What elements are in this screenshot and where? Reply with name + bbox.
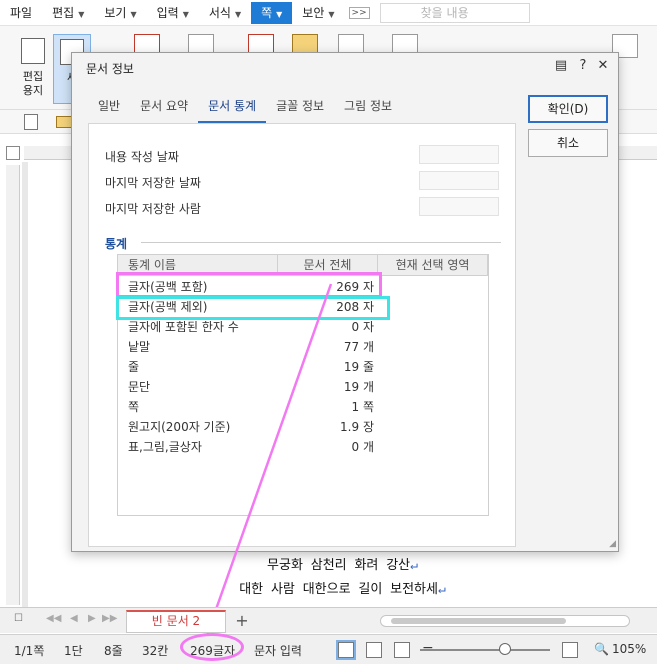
status-zoom[interactable]: 105% <box>612 642 646 656</box>
arrow-line <box>206 283 333 633</box>
magnifier-icon[interactable]: 🔍 <box>594 642 609 656</box>
fit-width-icon[interactable] <box>366 642 382 658</box>
document-tab[interactable]: 빈 문서 2 <box>126 610 226 633</box>
status-input-mode[interactable]: 문자 입력 <box>254 642 302 659</box>
add-tab-button[interactable]: + <box>232 611 252 630</box>
first-tab-icon[interactable]: ◀◀ <box>46 613 61 624</box>
horizontal-scrollbar[interactable] <box>380 615 630 627</box>
prev-tab-icon[interactable]: ◀ <box>70 613 78 624</box>
normal-view-icon[interactable] <box>336 640 356 660</box>
zoom-in-icon[interactable] <box>562 642 578 658</box>
zoom-slider-knob[interactable] <box>499 643 511 655</box>
status-bar: 1/1쪽 1단 8줄 32칸 269글자 문자 입력 − 🔍 105% <box>0 634 657 664</box>
scrollbar-thumb[interactable] <box>391 618 566 624</box>
last-tab-icon[interactable]: ▶▶ <box>102 613 117 624</box>
zoom-slider[interactable] <box>420 649 550 651</box>
next-tab-icon[interactable]: ▶ <box>88 613 96 624</box>
zoom-out-icon[interactable]: − <box>422 640 434 656</box>
status-column: 1단 <box>64 644 83 658</box>
full-page-icon[interactable] <box>394 642 410 658</box>
status-line: 8줄 <box>104 644 123 658</box>
document-tab-bar: ☐ ◀◀ ◀ ▶ ▶▶ 빈 문서 2 + <box>0 607 657 633</box>
highlight-oval-char-count <box>180 633 244 661</box>
status-char-position: 32칸 <box>142 644 169 658</box>
status-page[interactable]: 1/1쪽 <box>14 642 44 659</box>
sheet-list-icon[interactable]: ☐ <box>14 613 23 624</box>
annotation-arrow <box>202 283 333 636</box>
